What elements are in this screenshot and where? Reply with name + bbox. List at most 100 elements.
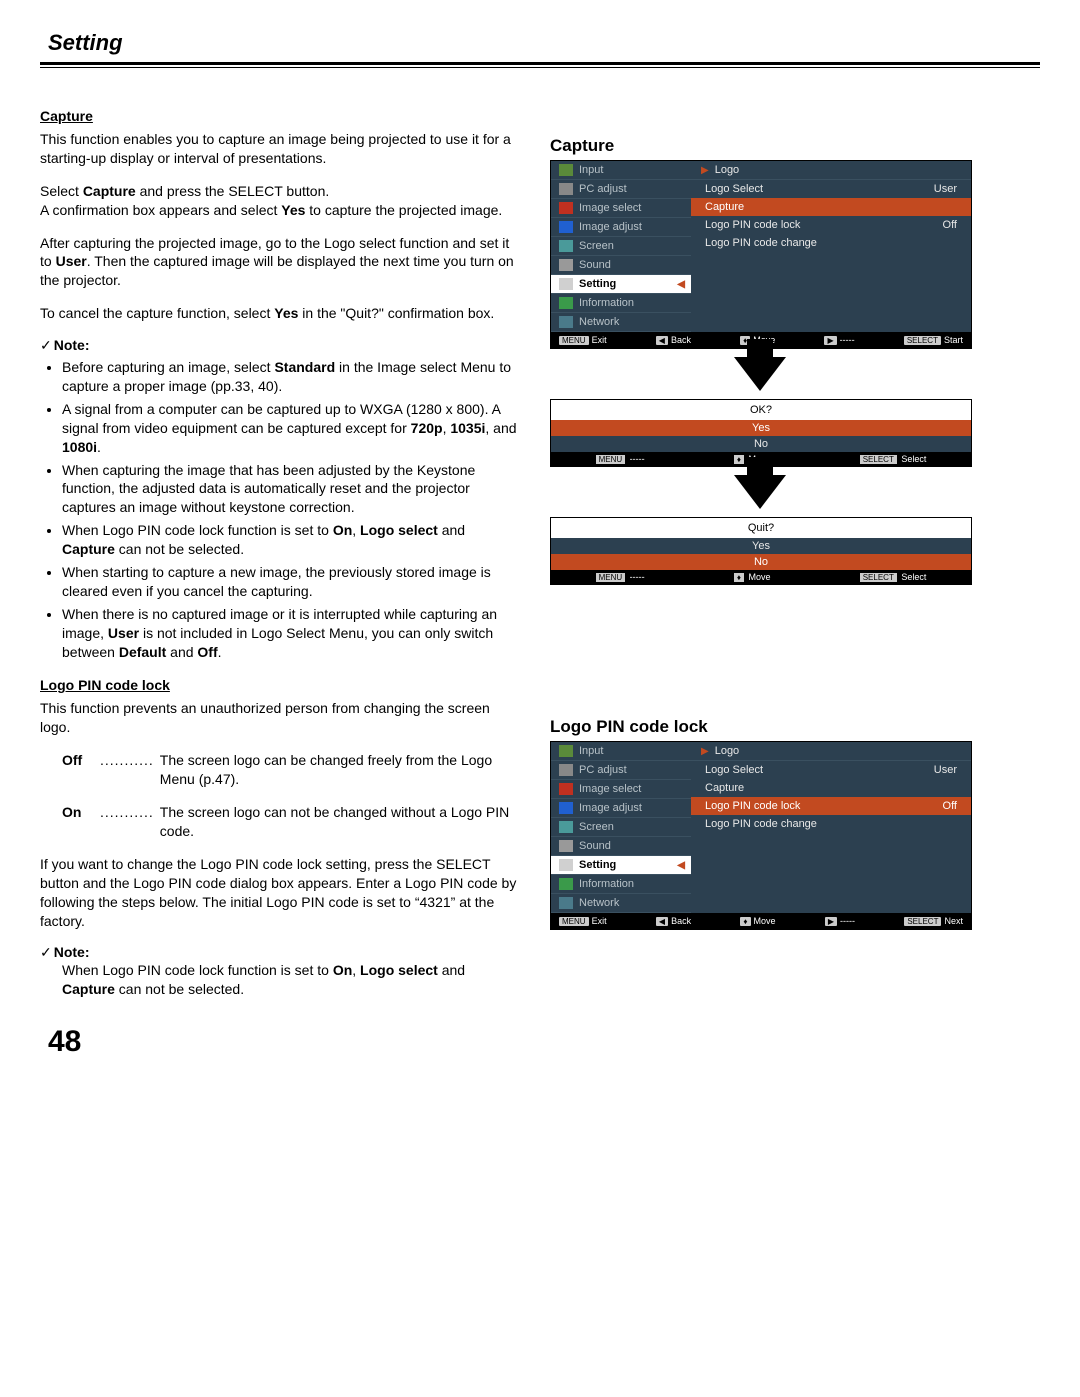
left-column: Capture This function enables you to cap… bbox=[40, 108, 520, 1013]
dialog-statusbar: MENU -----♦ MoveSELECT Select bbox=[551, 570, 971, 584]
status-item: ♦Move bbox=[740, 916, 775, 926]
dialog-option-yes[interactable]: Yes bbox=[551, 538, 971, 554]
status-item: ◀Back bbox=[656, 335, 691, 345]
status-item: MENU ----- bbox=[596, 454, 645, 464]
list-item: When Logo PIN code lock function is set … bbox=[62, 521, 520, 559]
pinlock-p1: This function prevents an unauthorized p… bbox=[40, 699, 520, 737]
sidebar-item-sound[interactable]: Sound bbox=[551, 256, 691, 275]
sidebar-item-pc-adjust[interactable]: PC adjust bbox=[551, 180, 691, 199]
panel-head: ▶Logo bbox=[691, 161, 971, 180]
sidebar-item-screen[interactable]: Screen bbox=[551, 818, 691, 837]
dialog-option-no[interactable]: No bbox=[551, 554, 971, 570]
pinlock-note-text: When Logo PIN code lock function is set … bbox=[62, 961, 520, 999]
panel-row[interactable]: Logo PIN code lockOff bbox=[691, 216, 971, 234]
sidebar-item-input[interactable]: Input bbox=[551, 161, 691, 180]
menu-icon bbox=[559, 840, 573, 852]
dialog-option-no[interactable]: No bbox=[551, 436, 971, 452]
sidebar-item-pc-adjust[interactable]: PC adjust bbox=[551, 761, 691, 780]
menu-icon bbox=[559, 278, 573, 290]
sidebar-item-input[interactable]: Input bbox=[551, 742, 691, 761]
sidebar-item-label: Image select bbox=[579, 202, 641, 214]
sidebar-item-image-adjust[interactable]: Image adjust bbox=[551, 218, 691, 237]
menu-icon bbox=[559, 259, 573, 271]
status-item: SELECTNext bbox=[904, 916, 963, 926]
sidebar-item-image-select[interactable]: Image select bbox=[551, 199, 691, 218]
panel-row[interactable]: Logo SelectUser bbox=[691, 180, 971, 198]
status-item: MENUExit bbox=[559, 916, 607, 926]
panel-row[interactable]: Logo PIN code change bbox=[691, 234, 971, 252]
capture-p2: Select Capture and press the SELECT butt… bbox=[40, 182, 520, 220]
dialog-option-yes[interactable]: Yes bbox=[551, 420, 971, 436]
menu-icon bbox=[559, 878, 573, 890]
menu-icon bbox=[559, 316, 573, 328]
pinlock-osd-heading: Logo PIN code lock bbox=[550, 717, 970, 737]
menu-icon bbox=[559, 745, 573, 757]
capture-notes-list: Before capturing an image, select Standa… bbox=[40, 358, 520, 661]
pinlock-p2: If you want to change the Logo PIN code … bbox=[40, 855, 520, 931]
list-item: When there is no captured image or it is… bbox=[62, 605, 520, 662]
menu-icon bbox=[559, 783, 573, 795]
sidebar-item-sound[interactable]: Sound bbox=[551, 837, 691, 856]
sidebar-item-information[interactable]: Information bbox=[551, 875, 691, 894]
sidebar-item-label: Image adjust bbox=[579, 802, 642, 814]
page-title: Setting bbox=[48, 30, 1040, 56]
status-item: SELECT Select bbox=[860, 454, 927, 464]
osd-statusbar: MENUExit◀Back♦Move▶-----SELECTNext bbox=[551, 913, 971, 929]
panel-row[interactable]: Logo PIN code change bbox=[691, 815, 971, 833]
panel-row[interactable]: Capture bbox=[691, 779, 971, 797]
osd-sidebar: Input PC adjust Image select Image adjust Sc… bbox=[551, 161, 691, 332]
sidebar-item-setting[interactable]: Setting bbox=[551, 856, 691, 875]
menu-icon bbox=[559, 859, 573, 871]
panel-row[interactable]: Logo SelectUser bbox=[691, 761, 971, 779]
sidebar-item-setting[interactable]: Setting bbox=[551, 275, 691, 294]
list-item: Before capturing an image, select Standa… bbox=[62, 358, 520, 396]
sidebar-item-label: PC adjust bbox=[579, 183, 627, 195]
sidebar-item-image-adjust[interactable]: Image adjust bbox=[551, 799, 691, 818]
menu-icon bbox=[559, 297, 573, 309]
sidebar-item-label: Input bbox=[579, 745, 603, 757]
arrow-down-icon bbox=[734, 475, 786, 509]
arrow-down-icon bbox=[734, 357, 786, 391]
sidebar-item-network[interactable]: Network bbox=[551, 313, 691, 332]
sidebar-item-label: Sound bbox=[579, 840, 611, 852]
menu-icon bbox=[559, 897, 573, 909]
sidebar-item-label: Setting bbox=[579, 278, 616, 290]
sidebar-item-information[interactable]: Information bbox=[551, 294, 691, 313]
status-item: MENUExit bbox=[559, 335, 607, 345]
sidebar-item-screen[interactable]: Screen bbox=[551, 237, 691, 256]
dialog-title: OK? bbox=[551, 400, 971, 420]
menu-icon bbox=[559, 802, 573, 814]
menu-icon bbox=[559, 164, 573, 176]
rule-thin bbox=[40, 67, 1040, 68]
status-item: SELECT Select bbox=[860, 572, 927, 582]
dialog-title: Quit? bbox=[551, 518, 971, 538]
sidebar-item-label: Information bbox=[579, 297, 634, 309]
capture-p1: This function enables you to capture an … bbox=[40, 130, 520, 168]
sidebar-item-label: Sound bbox=[579, 259, 611, 271]
status-item: ♦ Move bbox=[734, 572, 771, 582]
sidebar-item-image-select[interactable]: Image select bbox=[551, 780, 691, 799]
rule-thick bbox=[40, 62, 1040, 65]
capture-p4: After capturing the projected image, go … bbox=[40, 234, 520, 291]
capture-note-head: Note: bbox=[40, 337, 520, 354]
status-item: ▶----- bbox=[825, 916, 855, 926]
list-item: A signal from a computer can be captured… bbox=[62, 400, 520, 457]
right-column: Capture InputPC adjustImage selectImage … bbox=[550, 108, 970, 1013]
panel-row[interactable]: Capture bbox=[691, 198, 971, 216]
pinlock-def-off: Off ........... The screen logo can be c… bbox=[62, 751, 520, 789]
dialog-quit: Quit? YesNo MENU -----♦ MoveSELECT Selec… bbox=[550, 517, 972, 585]
status-item: SELECTStart bbox=[904, 335, 963, 345]
osd-capture: Input PC adjust Image select Image adjust Sc… bbox=[550, 160, 972, 349]
sidebar-item-label: Setting bbox=[579, 859, 616, 871]
panel-row[interactable]: Logo PIN code lockOff bbox=[691, 797, 971, 815]
capture-heading: Capture bbox=[40, 108, 520, 124]
sidebar-item-network[interactable]: Network bbox=[551, 894, 691, 913]
menu-icon bbox=[559, 221, 573, 233]
sidebar-item-label: Network bbox=[579, 897, 619, 909]
sidebar-item-label: Image adjust bbox=[579, 221, 642, 233]
menu-icon bbox=[559, 202, 573, 214]
menu-icon bbox=[559, 240, 573, 252]
status-item: ▶----- bbox=[824, 335, 854, 345]
list-item: When starting to capture a new image, th… bbox=[62, 563, 520, 601]
sidebar-item-label: Screen bbox=[579, 821, 614, 833]
